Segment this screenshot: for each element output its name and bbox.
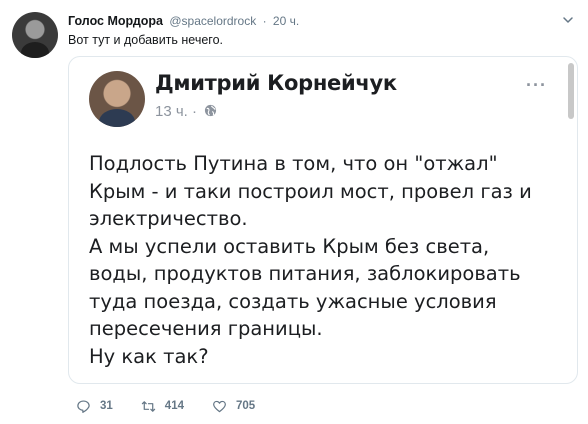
post-author-name: Дмитрий Корнейчук bbox=[155, 71, 397, 95]
post-line: Подлость Путина в том, что он "отжал" bbox=[89, 152, 498, 175]
embedded-post-screenshot[interactable]: Дмитрий Корнейчук 13 ч. · ··· Подлость П… bbox=[68, 56, 578, 384]
reply-count: 31 bbox=[100, 400, 113, 412]
post-body: Подлость Путина в том, что он "отжал" Кр… bbox=[89, 150, 559, 370]
like-count: 705 bbox=[235, 400, 256, 412]
tweet-card[interactable]: Голос Мордора @spacelordrock · 20 ч. Вот… bbox=[0, 0, 588, 424]
post-line: электричество. bbox=[89, 207, 248, 230]
post-line: воды, продуктов питания, заблокировать bbox=[89, 262, 521, 285]
separator-dot: · bbox=[262, 14, 267, 28]
retweet-count: 414 bbox=[164, 400, 184, 412]
author-handle[interactable]: @spacelordrock bbox=[169, 14, 256, 28]
chevron-down-icon[interactable] bbox=[562, 14, 574, 26]
heart-icon bbox=[213, 400, 226, 412]
author-display-name[interactable]: Голос Мордора bbox=[68, 14, 163, 28]
tweet-timestamp[interactable]: 20 ч. bbox=[273, 14, 299, 28]
retweet-arrows-icon bbox=[141, 400, 155, 412]
tweet-header: Голос Мордора @spacelordrock · 20 ч. bbox=[68, 12, 299, 30]
speech-bubble-icon bbox=[77, 399, 90, 413]
post-time: 13 ч. · bbox=[155, 103, 197, 120]
scrollbar bbox=[568, 63, 574, 119]
author-avatar[interactable] bbox=[12, 12, 58, 58]
globe-icon bbox=[204, 104, 217, 117]
retweet-button[interactable]: 414 bbox=[141, 399, 184, 414]
post-author-avatar bbox=[89, 71, 145, 127]
post-line: туда поезда, создать ужасные условия bbox=[89, 289, 497, 313]
tweet-text: Вот тут и добавить нечего. bbox=[68, 33, 223, 47]
post-line: пересечения границы. bbox=[89, 317, 323, 340]
tweet-actions: 31 414 705 bbox=[76, 396, 283, 416]
post-line: Ну как так? bbox=[89, 344, 209, 368]
post-meta: 13 ч. · bbox=[155, 103, 217, 120]
reply-button[interactable]: 31 bbox=[76, 399, 113, 414]
post-line: А мы успели оставить Крым без света, bbox=[89, 234, 490, 258]
like-button[interactable]: 705 bbox=[212, 399, 255, 414]
post-line: Крым - и таки построил мост, провел газ … bbox=[89, 179, 532, 203]
post-more-icon: ··· bbox=[526, 75, 547, 95]
